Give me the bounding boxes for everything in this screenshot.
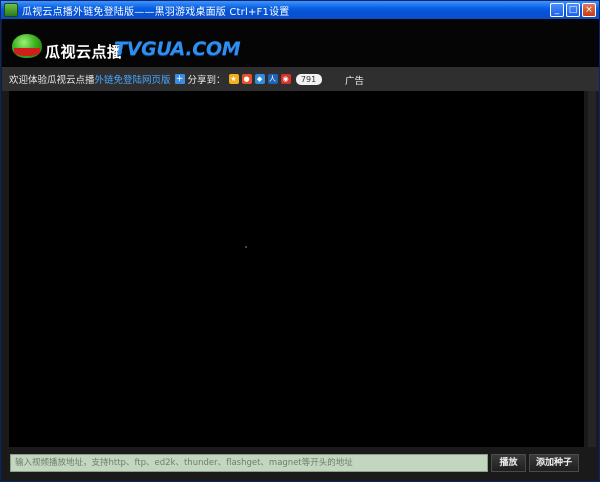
qq-share-icon[interactable]: ◆ [254,74,265,84]
scrollbar-thumb[interactable] [588,91,596,447]
welcome-text: 欢迎体验瓜视云点播 [9,75,95,86]
add-torrent-button[interactable]: 添加种子 [529,454,579,472]
app-window: 瓜视云点播外链免登陆版——黑羽游戏桌面版 Ctrl+F1设置 _ □ × 瓜视云… [0,0,600,482]
info-bar: 欢迎体验瓜视云点播 外链免登陆网页版 + 分享到： ★ ● ◆ 人 ◉ 791 … [2,67,599,91]
header-banner: 瓜视云点播 TVGUA.COM [2,19,599,67]
free-version-link[interactable]: 外链免登陆网页版 [95,72,171,86]
play-button[interactable]: 播放 [491,454,526,472]
app-icon [4,3,18,17]
maximize-button[interactable]: □ [566,3,580,17]
share-label: 分享到： [187,75,226,86]
window-controls: _ □ × [550,3,596,17]
share-count-badge: 791 [295,73,322,85]
player-loading-dot [245,246,247,248]
video-url-input[interactable] [10,454,488,472]
minimize-button[interactable]: _ [550,3,564,17]
renren-share-icon[interactable]: 人 [267,74,278,84]
logo-text-cn: 瓜视云点播 [45,43,123,61]
add-icon[interactable]: + [174,74,185,84]
more-share-icon[interactable]: ◉ [280,74,291,84]
vertical-scrollbar[interactable] [586,91,598,447]
title-bar[interactable]: 瓜视云点播外链免登陆版——黑羽游戏桌面版 Ctrl+F1设置 _ □ × [1,1,599,19]
logo-text-en: TVGUA.COM [114,38,241,60]
video-player-area[interactable] [9,91,584,447]
watermelon-logo-icon [12,34,42,58]
weibo-share-icon[interactable]: ● [241,74,252,84]
ad-label[interactable]: 广告 [345,73,364,87]
close-button[interactable]: × [582,3,596,17]
qzone-share-icon[interactable]: ★ [228,74,239,84]
window-title: 瓜视云点播外链免登陆版——黑羽游戏桌面版 Ctrl+F1设置 [22,6,290,18]
control-bar: 播放 添加种子 [2,447,599,481]
